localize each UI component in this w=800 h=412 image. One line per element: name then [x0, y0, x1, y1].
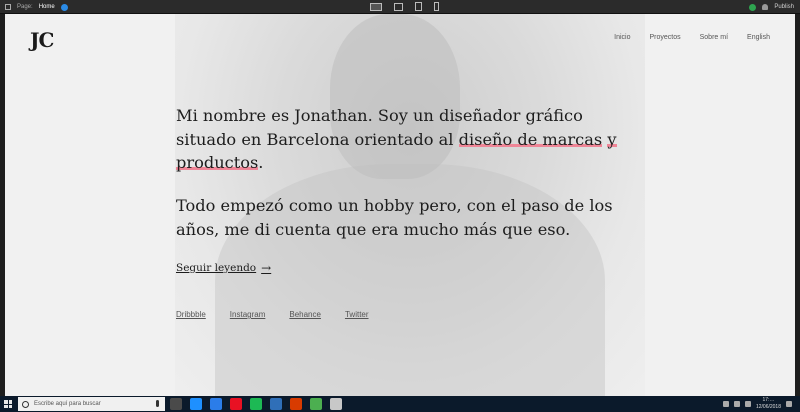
tablet-landscape-view-icon[interactable] [394, 2, 403, 11]
desktop-view-icon[interactable] [370, 2, 382, 11]
taskbar-app-icon[interactable] [190, 398, 202, 410]
network-icon[interactable] [733, 401, 740, 407]
taskbar-search-box[interactable]: Escribe aquí para buscar [18, 397, 165, 411]
windows-taskbar: Escribe aquí para buscar 17:… 12/06/2018 [0, 396, 800, 412]
user-icon[interactable] [762, 4, 769, 10]
social-link-twitter[interactable]: Twitter [345, 310, 369, 319]
tray-icon[interactable] [722, 401, 729, 407]
page-selector[interactable]: Home [39, 4, 55, 10]
nav-item-sobre-mi[interactable]: Sobre mí [700, 34, 728, 41]
page-label: Page: [17, 4, 33, 10]
taskbar-app-icon[interactable] [250, 398, 262, 410]
site-nav: Inicio Proyectos Sobre mí English [614, 34, 770, 41]
status-icon [749, 3, 757, 11]
social-link-instagram[interactable]: Instagram [230, 310, 266, 319]
microphone-icon[interactable] [156, 400, 159, 407]
volume-icon[interactable] [744, 401, 751, 407]
social-link-dribbble[interactable]: Dribbble [176, 310, 206, 319]
taskbar-app-icon[interactable] [230, 398, 242, 410]
intro-paragraph: Mi nombre es Jonathan. Soy un diseñador … [176, 106, 617, 172]
settings-icon[interactable] [60, 3, 68, 11]
clock[interactable]: 17:… 12/06/2018 [756, 397, 781, 411]
device-switcher [370, 2, 439, 11]
taskbar-search-placeholder: Escribe aquí para buscar [34, 401, 101, 407]
taskbar-app-icon[interactable] [210, 398, 222, 410]
task-view-icon[interactable] [170, 398, 182, 410]
nav-item-inicio[interactable]: Inicio [614, 34, 630, 41]
arrow-right-icon: → [261, 261, 272, 275]
site-logo[interactable]: JC [30, 28, 54, 52]
taskbar-app-icon[interactable] [290, 398, 302, 410]
clock-date: 12/06/2018 [755, 404, 781, 410]
page-canvas: JC Inicio Proyectos Sobre mí English Mi … [5, 14, 795, 396]
tablet-portrait-view-icon[interactable] [415, 2, 422, 11]
cortana-icon [22, 400, 29, 408]
read-more-link[interactable]: Seguir leyendo → [176, 261, 271, 275]
windows-start-icon[interactable] [4, 400, 12, 408]
social-link-behance[interactable]: Behance [289, 310, 321, 319]
notifications-icon[interactable] [786, 401, 792, 407]
taskbar-app-icon[interactable] [330, 398, 342, 410]
intro-highlight-brands: diseño de marcas [458, 129, 603, 149]
intro-paragraph-2: Todo empezó como un hobby pero, con el p… [176, 196, 613, 239]
menu-icon[interactable] [5, 4, 11, 10]
phone-view-icon[interactable] [434, 2, 439, 11]
nav-item-english[interactable]: English [747, 34, 770, 41]
system-tray: 17:… 12/06/2018 [722, 397, 792, 411]
read-more-label: Seguir leyendo [176, 262, 257, 274]
publish-button[interactable]: Publish [774, 4, 794, 10]
clock-time: 17:… [762, 397, 775, 403]
social-links: Dribbble Instagram Behance Twitter [176, 310, 369, 319]
nav-item-proyectos[interactable]: Proyectos [650, 34, 681, 41]
taskbar-app-icon[interactable] [310, 398, 322, 410]
taskbar-apps [170, 398, 342, 410]
editor-top-bar: Page: Home Publish [0, 0, 800, 14]
taskbar-app-icon[interactable] [270, 398, 282, 410]
